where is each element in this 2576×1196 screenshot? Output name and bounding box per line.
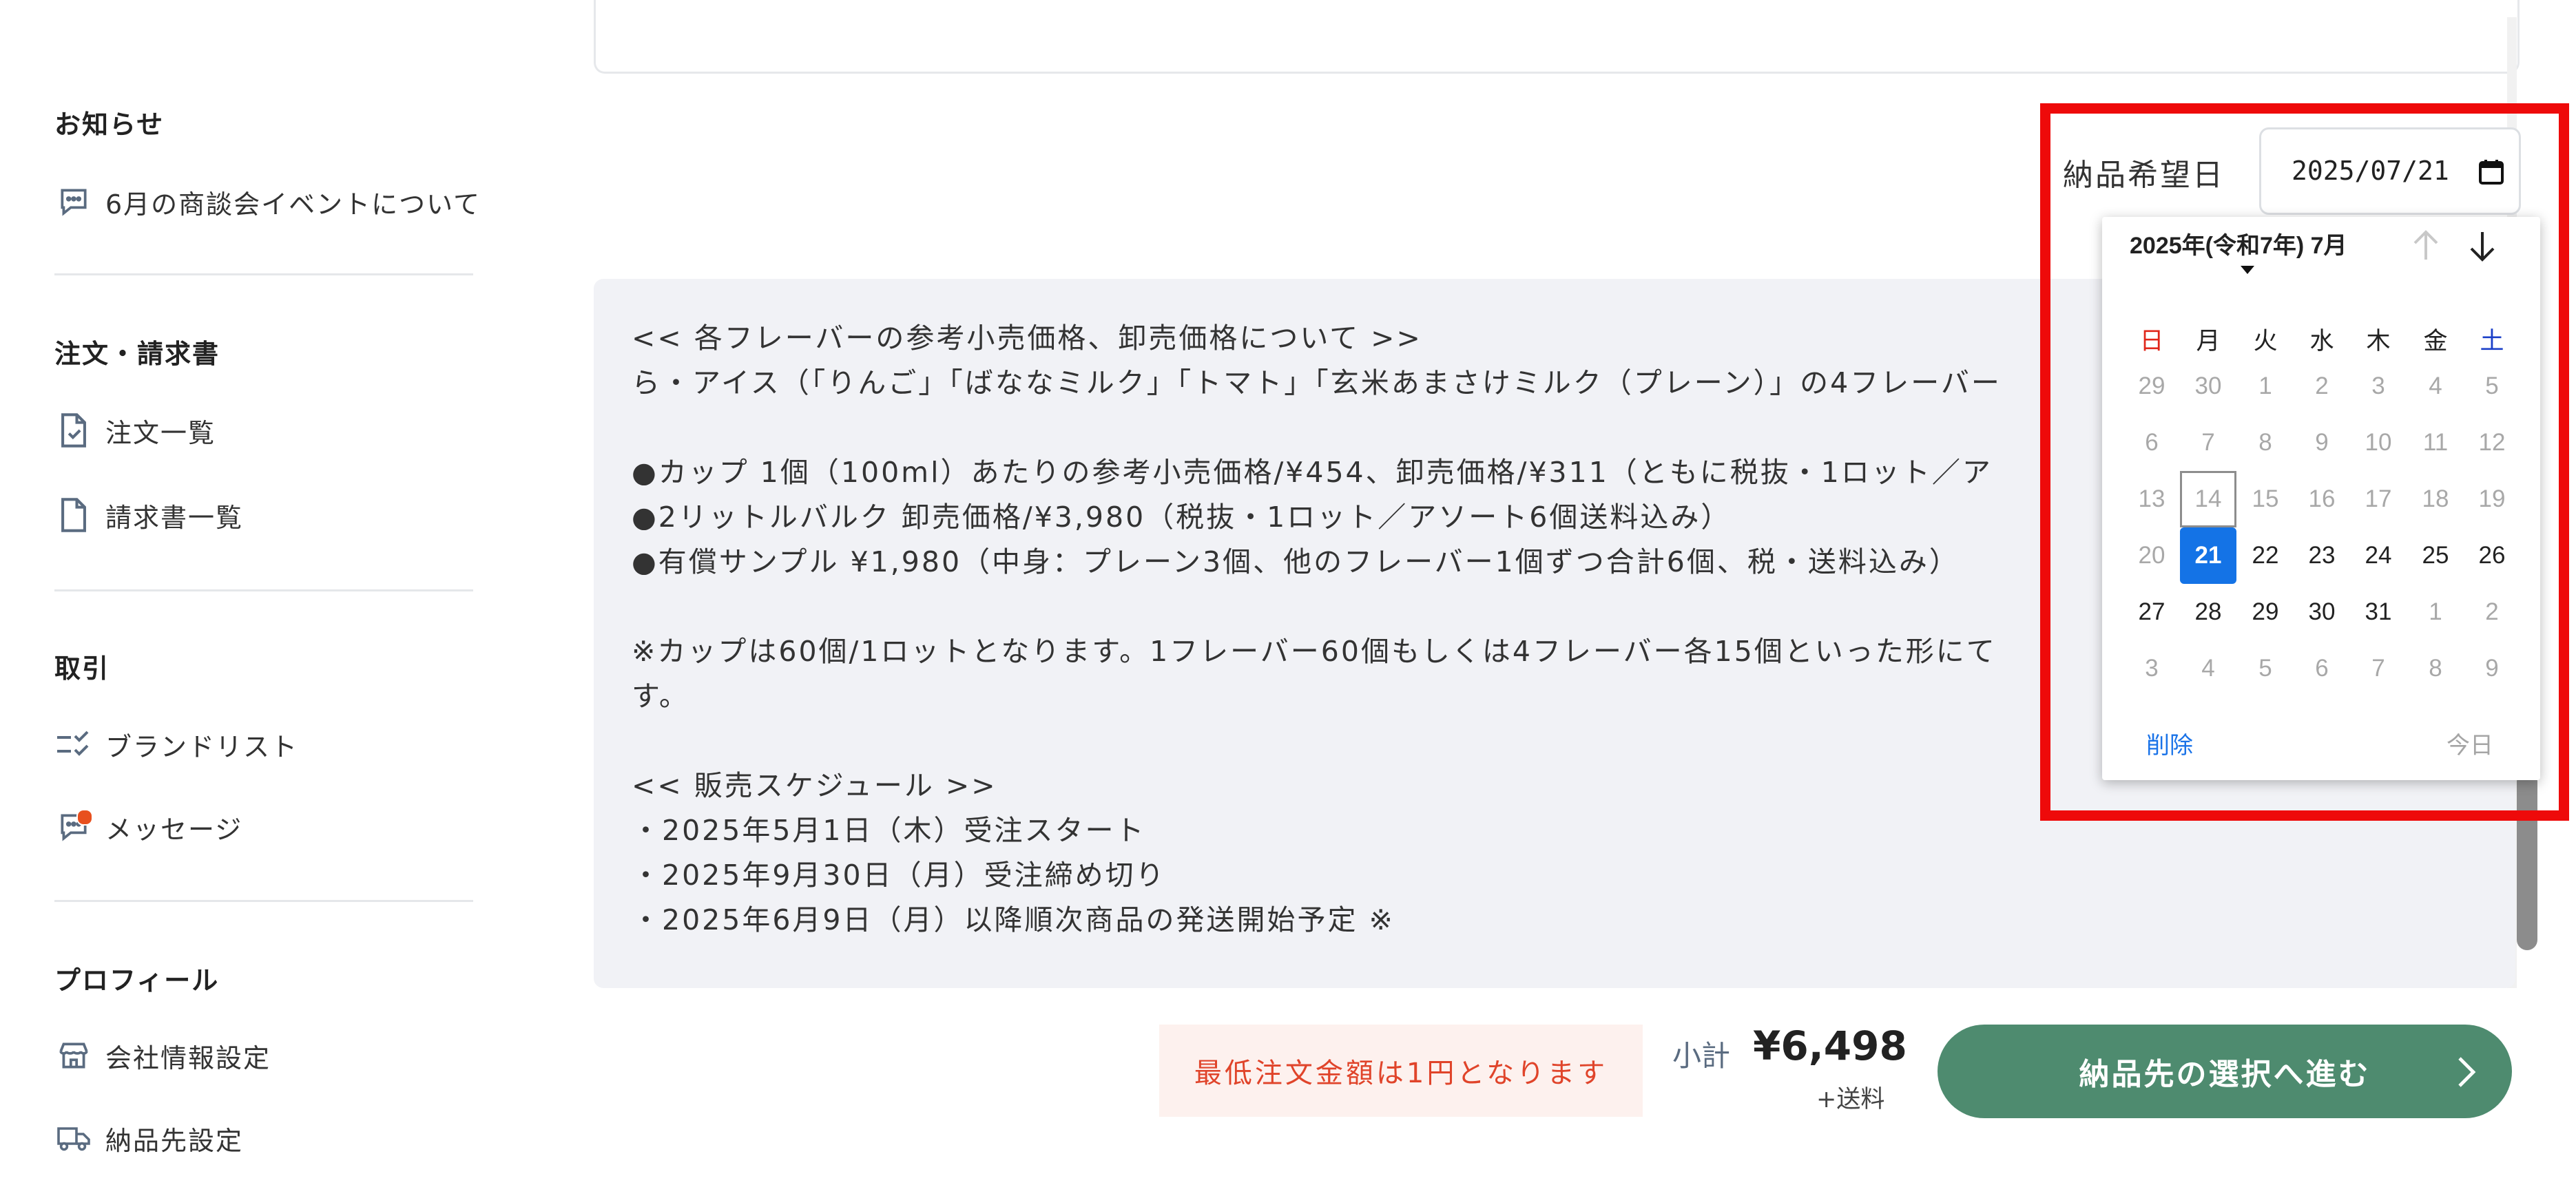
proceed-button-label: 納品先の選択へ進む: [2079, 1057, 2371, 1092]
description-line: ら・アイス（「りんご」「ばななミルク」「トマト」「玄米あまさけミルク（プレーン）…: [632, 366, 2002, 399]
product-card-bottom: [594, 0, 2520, 74]
truck-icon: [54, 1119, 93, 1157]
profile-section-title: プロフィール: [54, 965, 220, 996]
description-line: ・2025年5月1日（木）受注スタート: [632, 814, 1146, 847]
chevron-right-icon: [2457, 1055, 2476, 1097]
description-line: << 各フレーバーの参考小売価格、卸売価格について >>: [632, 322, 1422, 355]
unread-dot: [76, 809, 93, 826]
sidebar: お知らせ 6月の商談会イベントについて 注文・請求書 注文一覧 請求書一覧 取引…: [0, 0, 523, 1196]
checklist-icon: [54, 725, 93, 764]
sidebar-item-label: ブランドリスト: [105, 731, 299, 762]
description-line: ●2リットルバルク 卸売価格/¥3,980（税抜・1ロット／アソート6個送料込み…: [632, 501, 1732, 534]
chat-bubble-icon: [54, 182, 93, 221]
sidebar-item-label: 6月の商談会イベントについて: [105, 189, 481, 220]
description-line: ・2025年9月30日（月）受注締め切り: [632, 859, 1166, 892]
sidebar-item-label: メッセージ: [105, 814, 243, 845]
description-line: << 販売スケジュール >>: [632, 769, 997, 802]
orders-section-title: 注文・請求書: [54, 339, 220, 369]
sidebar-item-label: 納品先設定: [105, 1125, 244, 1156]
divider: [54, 900, 473, 902]
shipping-note: +送料: [1816, 1086, 1885, 1113]
trade-section-title: 取引: [54, 653, 110, 684]
sidebar-item-order-list[interactable]: 注文一覧: [54, 406, 216, 454]
notice-section-title: お知らせ: [54, 109, 165, 140]
highlight-box: [2040, 103, 2569, 821]
min-order-notice: 最低注文金額は1円となります: [1159, 1025, 1643, 1117]
description-line: ●カップ 1個（100ml）あたりの参考小売価格/¥454、卸売価格/¥311（…: [632, 456, 1993, 489]
message-icon: [54, 808, 93, 846]
sidebar-item-label: 請求書一覧: [105, 502, 244, 533]
divider: [54, 273, 473, 275]
subtotal-label: 小計: [1672, 1039, 1731, 1073]
sidebar-item-label: 会社情報設定: [105, 1042, 271, 1073]
description-line: ※カップは60個/1ロットとなります。1フレーバー60個もしくは4フレーバー各1…: [632, 635, 1997, 668]
proceed-to-delivery-button[interactable]: 納品先の選択へ進む: [1938, 1025, 2512, 1118]
description-line: ・2025年6月9日（月）以降順次商品の発送開始予定 ※: [632, 903, 1395, 936]
divider: [54, 589, 473, 591]
sidebar-item-delivery-settings[interactable]: 納品先設定: [54, 1114, 243, 1162]
sidebar-item-messages[interactable]: メッセージ: [54, 803, 242, 851]
sidebar-item-event-notice[interactable]: 6月の商談会イベントについて: [54, 178, 481, 226]
sidebar-item-brand-list[interactable]: ブランドリスト: [54, 720, 298, 768]
sidebar-item-invoice-list[interactable]: 請求書一覧: [54, 491, 243, 539]
description-line: す。: [632, 680, 689, 713]
store-icon: [54, 1036, 93, 1075]
subtotal-value: ¥6,498: [1753, 1022, 1907, 1069]
sidebar-item-company-settings[interactable]: 会社情報設定: [54, 1031, 271, 1080]
document-icon: [54, 496, 93, 534]
description-line: ●有償サンプル ¥1,980（中身：プレーン3個、他のフレーバー1個ずつ合計6個…: [632, 545, 1960, 578]
document-check-icon: [54, 411, 93, 450]
sidebar-item-label: 注文一覧: [105, 417, 216, 448]
